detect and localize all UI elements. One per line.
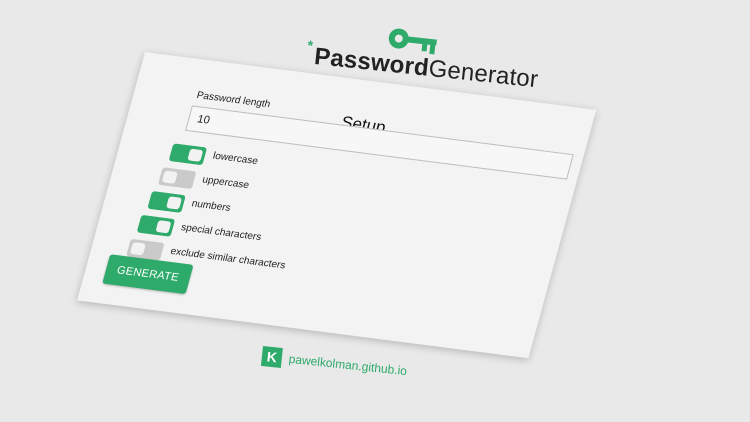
lowercase-toggle[interactable] [168, 143, 208, 166]
option-label: numbers [190, 198, 232, 214]
logo-star: * [306, 37, 314, 54]
toggle-knob [155, 220, 172, 234]
numbers-toggle[interactable] [147, 191, 186, 213]
uppercase-toggle[interactable] [157, 167, 197, 190]
option-label: special characters [179, 222, 263, 244]
option-special-characters[interactable]: special characters [136, 214, 263, 243]
setup-card: Password length Setup lowercase uppercas… [77, 52, 597, 359]
scene: * PasswordGenerator Password length Setu… [0, 0, 750, 422]
option-exclude-similar[interactable]: exclude similar characters [126, 238, 287, 271]
toggle-knob [165, 196, 183, 210]
option-label: uppercase [200, 174, 251, 192]
option-label: lowercase [211, 150, 260, 168]
logo-word-thin: Generator [427, 54, 540, 94]
option-uppercase[interactable]: uppercase [157, 167, 250, 191]
footer-link[interactable]: K pawelkolman.github.io [260, 346, 408, 378]
special-characters-toggle[interactable] [136, 214, 176, 237]
option-numbers[interactable]: numbers [147, 191, 232, 214]
generate-button[interactable]: GENERATE [102, 254, 194, 295]
k-logo-icon: K [260, 346, 283, 368]
option-lowercase[interactable]: lowercase [168, 143, 259, 167]
github-link[interactable]: pawelkolman.github.io [288, 352, 408, 378]
toggle-knob [161, 170, 178, 184]
toggle-knob [129, 242, 146, 256]
toggle-knob [187, 148, 204, 162]
